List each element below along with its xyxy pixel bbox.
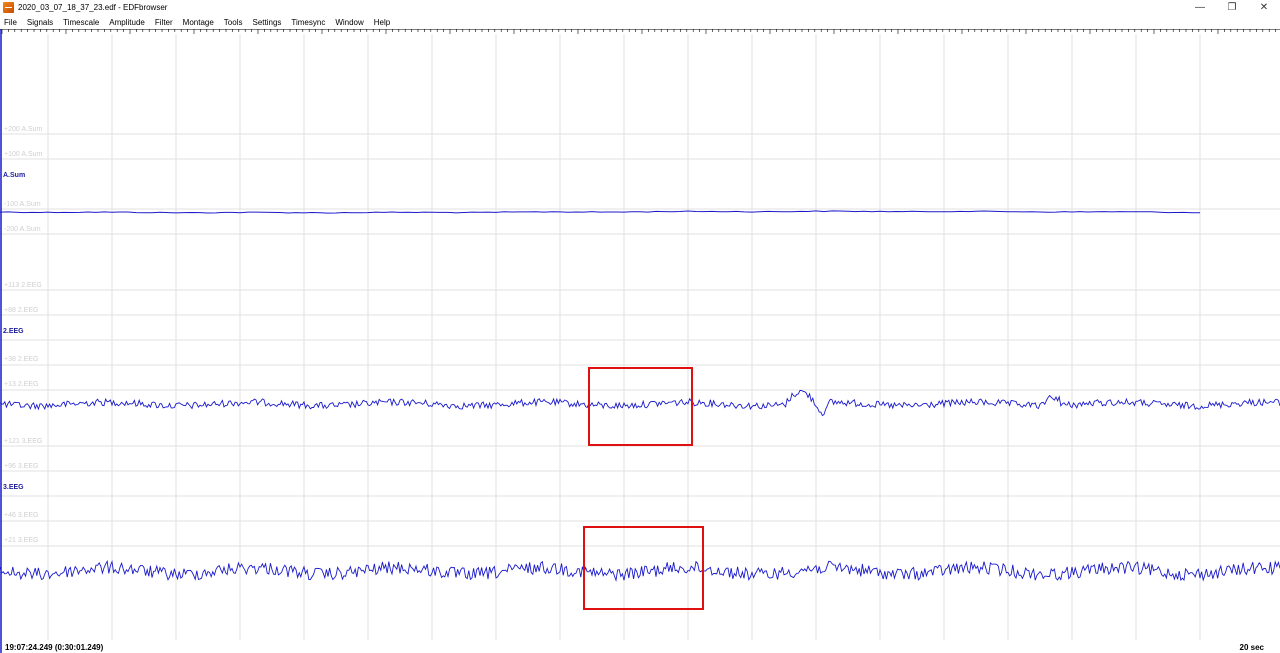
time-position-readout: 19:07:24.249 (0:30:01.249) <box>5 643 104 652</box>
menu-tools[interactable]: Tools <box>219 18 248 27</box>
signal-view[interactable]: +200 A.Sum +100 A.Sum A.Sum -100 A.Sum -… <box>0 29 1280 653</box>
signal-label[interactable]: 3.EEG <box>3 484 24 491</box>
minimize-button[interactable]: — <box>1184 0 1216 15</box>
scale-label: +88 2.EEG <box>4 307 38 314</box>
signal-a-sum: +200 A.Sum +100 A.Sum A.Sum -100 A.Sum -… <box>0 126 1200 233</box>
scale-label: +46 3.EEG <box>4 512 38 519</box>
window-controls: — ❐ ✕ <box>1184 0 1280 15</box>
menu-amplitude[interactable]: Amplitude <box>104 18 150 27</box>
time-ruler <box>0 29 1280 34</box>
menu-help[interactable]: Help <box>369 18 395 27</box>
scale-label: +38 2.EEG <box>4 356 38 363</box>
menu-signals[interactable]: Signals <box>22 18 58 27</box>
menu-montage[interactable]: Montage <box>178 18 219 27</box>
restore-button[interactable]: ❐ <box>1216 0 1248 15</box>
scale-label: +200 A.Sum <box>4 126 43 133</box>
grid <box>0 34 1280 640</box>
trace-2-eeg <box>0 389 1280 417</box>
menu-settings[interactable]: Settings <box>247 18 286 27</box>
signal-label[interactable]: 2.EEG <box>3 328 24 335</box>
scale-label: -200 A.Sum <box>4 226 41 233</box>
menu-window[interactable]: Window <box>330 18 368 27</box>
scale-label: +121 3.EEG <box>4 438 42 445</box>
trace-3-eeg <box>0 559 1280 582</box>
title-bar: 2020_03_07_18_37_23.edf - EDFbrowser — ❐… <box>0 0 1280 15</box>
menu-filter[interactable]: Filter <box>150 18 178 27</box>
menu-bar: File Signals Timescale Amplitude Filter … <box>0 15 1280 29</box>
scale-label: -100 A.Sum <box>4 201 41 208</box>
scale-label: +21 3.EEG <box>4 537 38 544</box>
scale-label: +96 3.EEG <box>4 463 38 470</box>
timescale-readout: 20 sec <box>1239 643 1264 652</box>
scale-label: +113 2.EEG <box>4 282 42 289</box>
signal-label[interactable]: A.Sum <box>3 172 25 179</box>
trace-a-sum <box>0 210 1200 214</box>
app-icon <box>3 2 14 13</box>
menu-file[interactable]: File <box>0 18 22 27</box>
menu-timesync[interactable]: Timesync <box>286 18 330 27</box>
scale-label: +100 A.Sum <box>4 151 43 158</box>
signal-2-eeg: +113 2.EEG +88 2.EEG 2.EEG +38 2.EEG +13… <box>0 282 1280 417</box>
window-title: 2020_03_07_18_37_23.edf - EDFbrowser <box>18 3 168 12</box>
close-button[interactable]: ✕ <box>1248 0 1280 15</box>
menu-timescale[interactable]: Timescale <box>58 18 104 27</box>
scale-label: +13 2.EEG <box>4 381 38 388</box>
signal-3-eeg: +121 3.EEG +96 3.EEG 3.EEG +46 3.EEG +21… <box>0 438 1280 582</box>
